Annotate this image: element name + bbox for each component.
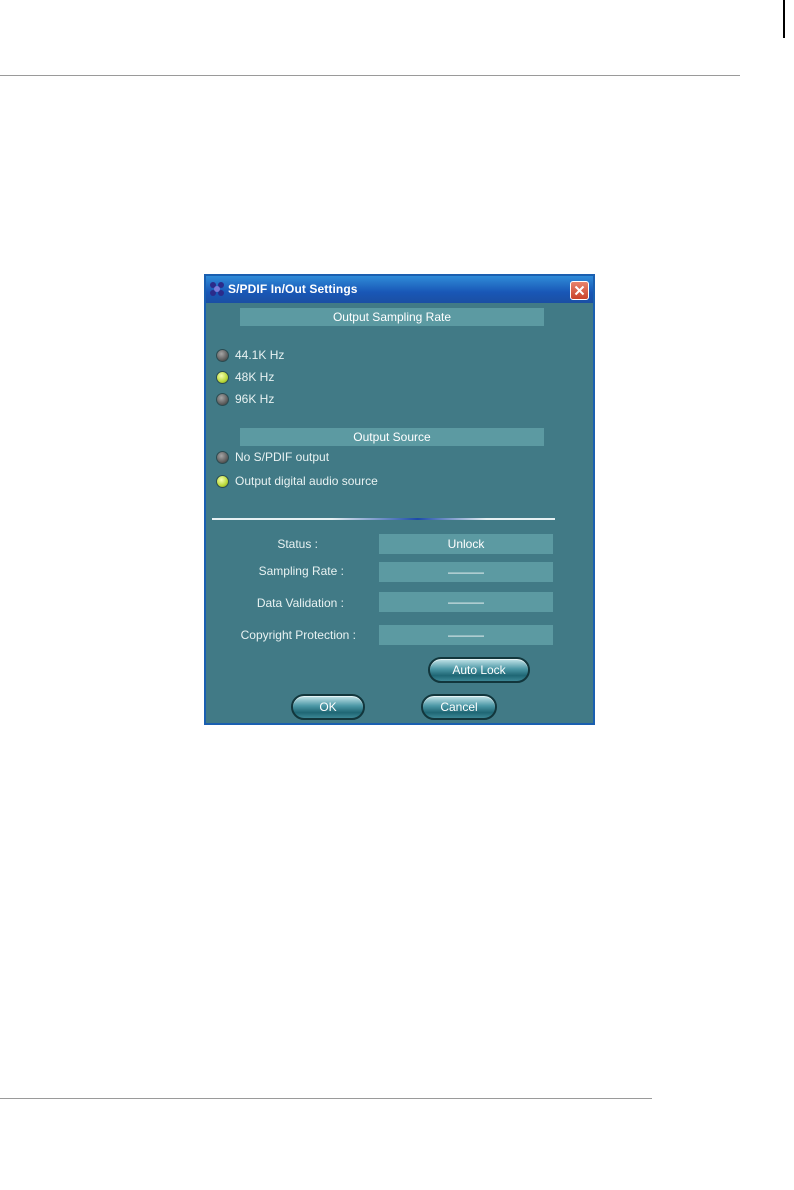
radio-44k-label: 44.1K Hz xyxy=(235,348,285,362)
section-divider xyxy=(212,518,555,520)
status-value: Unlock xyxy=(379,534,553,554)
copyright-protection-value: ——— xyxy=(379,625,553,645)
radio-button-off-icon[interactable] xyxy=(216,392,229,406)
output-source-header: Output Source xyxy=(240,428,544,446)
radio-button-off-icon[interactable] xyxy=(216,450,229,464)
radio-96k-label: 96K Hz xyxy=(235,392,275,406)
title-bar[interactable]: S/PDIF In/Out Settings xyxy=(206,276,593,303)
radio-44k[interactable]: 44.1K Hz xyxy=(216,347,284,363)
radio-button-on-icon[interactable] xyxy=(216,370,229,384)
page-top-rule xyxy=(0,75,740,76)
radio-no-spdif-label: No S/PDIF output xyxy=(235,450,330,464)
page-bottom-rule xyxy=(0,1098,652,1099)
radio-48k-label: 48K Hz xyxy=(235,370,275,384)
sampling-rate-status-label: Sampling Rate : xyxy=(258,564,344,578)
copyright-protection-label: Copyright Protection : xyxy=(240,628,356,642)
window-title: S/PDIF In/Out Settings xyxy=(228,282,358,296)
data-validation-value: ——— xyxy=(379,592,553,612)
status-label: Status : xyxy=(277,537,318,551)
radio-button-off-icon[interactable] xyxy=(216,348,229,362)
auto-lock-button[interactable]: Auto Lock xyxy=(428,657,530,683)
dialog-content: Output Sampling Rate 44.1K Hz 48K Hz 96K… xyxy=(206,303,593,723)
radio-48k[interactable]: 48K Hz xyxy=(216,369,274,385)
close-icon xyxy=(574,285,585,296)
radio-96k[interactable]: 96K Hz xyxy=(216,391,274,407)
radio-digital-source-label: Output digital audio source xyxy=(235,474,378,488)
cancel-button[interactable]: Cancel xyxy=(421,694,497,720)
close-button[interactable] xyxy=(570,281,589,300)
spdif-settings-dialog: S/PDIF In/Out Settings Output Sampling R… xyxy=(204,274,595,725)
radio-digital-source[interactable]: Output digital audio source xyxy=(216,473,378,489)
data-validation-label: Data Validation : xyxy=(256,596,344,610)
sampling-rate-header: Output Sampling Rate xyxy=(240,308,544,326)
app-icon xyxy=(209,281,225,297)
ok-button[interactable]: OK xyxy=(291,694,365,720)
page-edge-mark xyxy=(783,0,785,38)
radio-button-on-icon[interactable] xyxy=(216,474,229,488)
sampling-rate-status-value: ——— xyxy=(379,562,553,582)
radio-no-spdif[interactable]: No S/PDIF output xyxy=(216,449,329,465)
